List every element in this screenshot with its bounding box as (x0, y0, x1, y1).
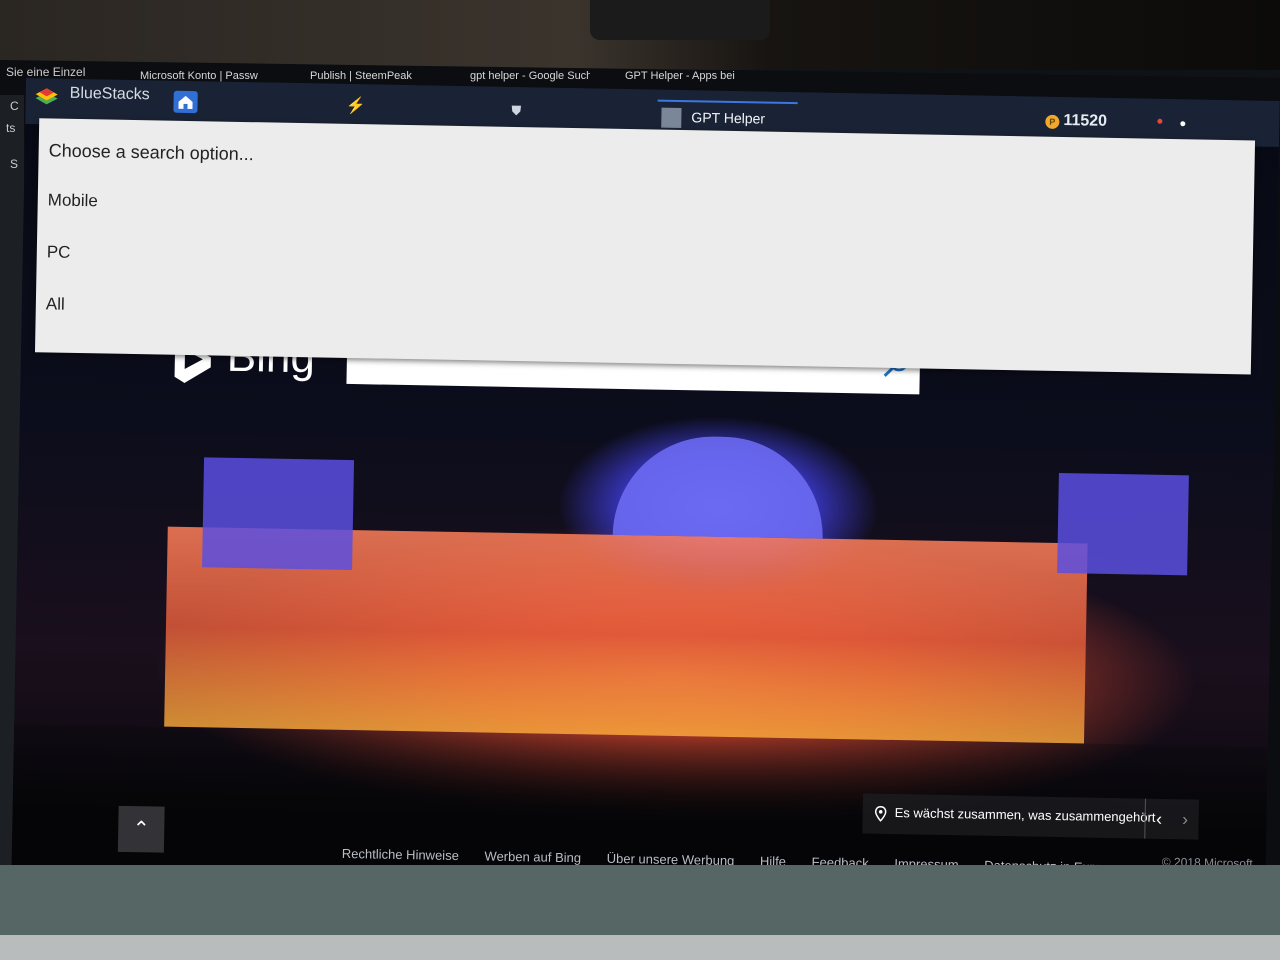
tab-label: GPT Helper (691, 109, 766, 127)
menu-dot-icon[interactable] (1180, 121, 1186, 127)
coin-icon: P (1045, 114, 1060, 129)
host-tab[interactable]: Publish | SteemPeak (310, 70, 420, 82)
background-image-dome (612, 434, 825, 539)
host-tab[interactable]: GPT Helper - Apps bei (625, 70, 735, 82)
footer-link[interactable]: Werben auf Bing (484, 849, 581, 866)
image-caption-bar: Es wächst zusammen, was zusammengehört ‹… (862, 793, 1199, 840)
option-pc[interactable]: PC (46, 232, 1227, 294)
host-tab[interactable]: gpt helper - Google Suche (470, 70, 590, 82)
lightning-icon[interactable]: ⚡ (345, 96, 365, 116)
option-all[interactable]: All (45, 284, 1226, 346)
host-side-label: S (10, 157, 19, 171)
option-mobile[interactable]: Mobile (47, 180, 1228, 242)
host-side-label: ts (6, 121, 16, 135)
location-pin-icon (874, 806, 887, 822)
coin-counter[interactable]: 11520 (1063, 112, 1107, 131)
notification-dot-icon[interactable] (1157, 118, 1163, 124)
home-icon[interactable] (173, 90, 198, 114)
shield-icon[interactable]: ⛊ (511, 103, 521, 119)
chevron-up-icon[interactable]: ⌃ (117, 805, 165, 853)
image-caption[interactable]: Es wächst zusammen, was zusammengehört (895, 805, 1156, 825)
bluestacks-title: BlueStacks (69, 84, 150, 104)
webcam (590, 0, 770, 40)
dropdown-header: Choose a search option... (48, 140, 254, 165)
host-side-label[interactable]: C (4, 95, 25, 117)
chevron-left-icon[interactable]: ‹ (1144, 798, 1173, 840)
background-image-tower (202, 457, 355, 571)
desk-surface (0, 865, 1280, 935)
footer-link[interactable]: Rechtliche Hinweise (342, 846, 459, 863)
search-option-dropdown: Choose a search option... Mobile PC All (34, 118, 1256, 375)
bluestacks-logo-icon (35, 88, 58, 105)
chevron-right-icon[interactable]: › (1171, 799, 1199, 839)
bluestacks-window: BlueStacks ⚡ ⛊ GPT Helper P 11520 Bing E… (11, 78, 1280, 891)
desk-edge (0, 935, 1280, 960)
background-image-tower (1057, 472, 1189, 576)
app-thumbnail-icon (661, 107, 682, 129)
